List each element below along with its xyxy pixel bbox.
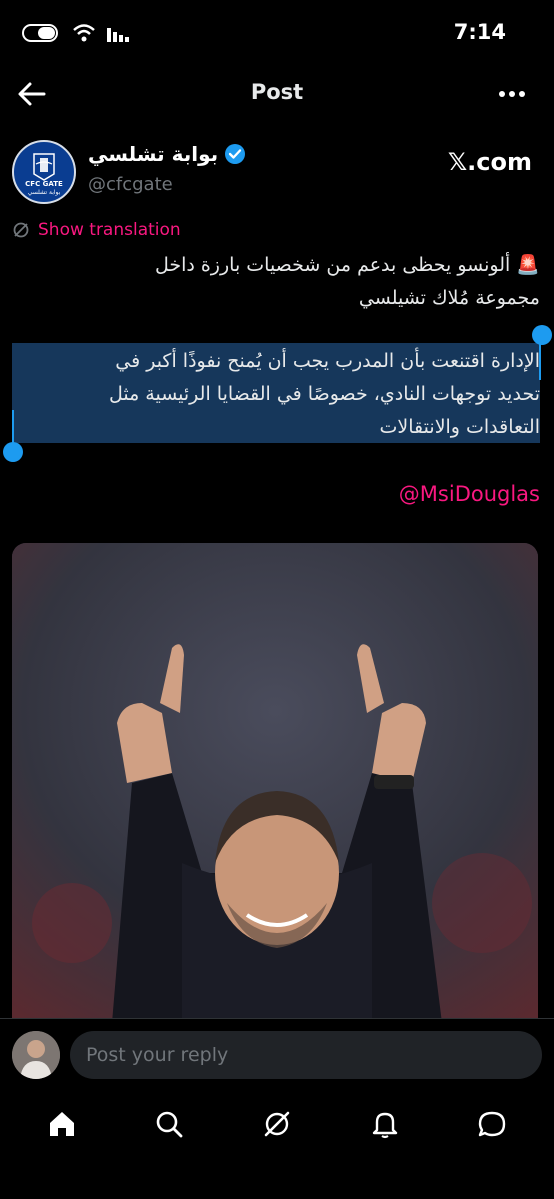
translate-icon — [13, 222, 29, 238]
selection-end-handle[interactable] — [532, 325, 552, 345]
reply-input[interactable] — [70, 1031, 542, 1079]
tweet-text-line: الإدارة اقتنعت بأن المدرب يجب أن يُمنح ن… — [115, 350, 540, 372]
status-icons — [22, 22, 132, 44]
page-title: Post — [250, 80, 304, 104]
focus-toggle-icon — [22, 24, 58, 42]
nav-search[interactable] — [145, 1100, 193, 1148]
x-watermark: 𝕏.com — [447, 148, 532, 176]
status-bar: 7:14 — [0, 0, 554, 66]
tweet-media-image[interactable] — [12, 543, 538, 1023]
photo-illustration — [12, 543, 538, 1023]
home-icon — [49, 1112, 74, 1136]
avatar-sublabel: بوابة تشلسي — [27, 189, 61, 196]
search-icon — [157, 1111, 183, 1138]
author-avatar[interactable]: CFC GATE بوابة تشلسي — [12, 140, 76, 204]
bottom-nav — [0, 1094, 554, 1154]
clock: 7:14 — [453, 20, 506, 44]
tweet-text-line: التعاقدات والانتقالات — [379, 416, 540, 438]
mention-link[interactable]: @MsiDouglas — [399, 482, 540, 506]
nav-grok[interactable] — [253, 1100, 301, 1148]
author-name[interactable]: بوابة تشلسي — [88, 142, 218, 166]
tweet-text-line: 🚨 ألونسو يحظى بدعم من شخصيات بارزة داخل — [154, 254, 540, 276]
signal-icon — [107, 28, 129, 42]
verified-badge-icon — [225, 144, 246, 164]
notifications-icon — [372, 1112, 397, 1139]
tweet-text-line: تحديد توجهات النادي، خصوصًا في القضايا ا… — [108, 383, 540, 405]
selection-start-handle[interactable] — [3, 442, 23, 462]
show-translation-label[interactable]: Show translation — [38, 220, 181, 240]
grok-icon — [264, 1111, 290, 1137]
nav-messages[interactable] — [468, 1100, 516, 1148]
author-handle[interactable]: @cfcgate — [88, 174, 173, 195]
top-bar: Post — [0, 68, 554, 120]
user-avatar-image — [12, 1031, 60, 1079]
avatar-label: CFC GATE — [25, 180, 63, 188]
show-translation-link[interactable]: Show translation — [12, 220, 181, 240]
tweet-text-line: مجموعة مُلاك تشيلسي — [358, 287, 540, 309]
author-name-row[interactable]: بوابة تشلسي — [88, 142, 246, 166]
nav-notifications[interactable] — [361, 1100, 409, 1148]
user-avatar[interactable] — [12, 1031, 60, 1079]
more-options-icon[interactable] — [498, 82, 526, 106]
messages-icon — [478, 1111, 506, 1137]
reply-bar — [0, 1018, 554, 1095]
wifi-icon — [73, 24, 95, 42]
nav-home[interactable] — [38, 1100, 86, 1148]
